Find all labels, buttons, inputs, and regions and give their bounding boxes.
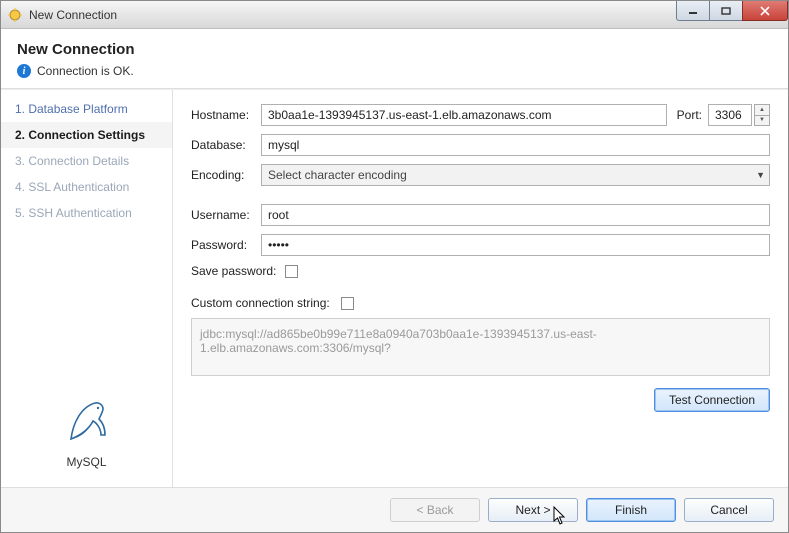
password-input[interactable] [261, 234, 770, 256]
save-password-checkbox[interactable] [285, 265, 298, 278]
next-button[interactable]: Next > [488, 498, 578, 522]
password-label: Password: [191, 238, 261, 252]
database-label: Database: [191, 138, 261, 152]
back-button[interactable]: < Back [390, 498, 480, 522]
info-icon: i [17, 64, 31, 78]
technology-label: MySQL [1, 455, 172, 469]
connection-string-text: jdbc:mysql://ad865be0b99e711e8a0940a703b… [200, 327, 597, 355]
finish-button[interactable]: Finish [586, 498, 676, 522]
dialog-window: New Connection New Connection i Connecti… [0, 0, 789, 533]
status-text: Connection is OK. [37, 64, 134, 78]
dialog-header: New Connection i Connection is OK. [1, 29, 788, 89]
cancel-button[interactable]: Cancel [684, 498, 774, 522]
step-ssh-authentication[interactable]: 5. SSH Authentication [1, 200, 172, 226]
window-title: New Connection [29, 8, 117, 22]
custom-connection-label: Custom connection string: [191, 296, 341, 310]
step-connection-settings[interactable]: 2. Connection Settings [1, 122, 172, 148]
encoding-selected-text: Select character encoding [268, 168, 407, 182]
username-label: Username: [191, 208, 261, 222]
window-controls [677, 1, 788, 23]
test-connection-button[interactable]: Test Connection [654, 388, 770, 412]
connection-string-box: jdbc:mysql://ad865be0b99e711e8a0940a703b… [191, 318, 770, 376]
custom-connection-checkbox[interactable] [341, 297, 354, 310]
technology-block: MySQL [1, 393, 172, 487]
spinner-up-icon[interactable]: ▲ [754, 104, 770, 115]
encoding-select[interactable]: Select character encoding ▼ [261, 164, 770, 186]
encoding-label: Encoding: [191, 168, 261, 182]
port-spinner[interactable]: ▲ ▼ [754, 104, 770, 126]
dialog-footer: < Back Next > Finish Cancel [1, 487, 788, 532]
hostname-label: Hostname: [191, 108, 261, 122]
port-label: Port: [677, 108, 702, 122]
minimize-button[interactable] [676, 1, 710, 21]
step-database-platform[interactable]: 1. Database Platform [1, 96, 172, 122]
form-area: Hostname: Port: ▲ ▼ Database: Encoding: … [173, 90, 788, 487]
status-row: i Connection is OK. [17, 64, 772, 78]
username-input[interactable] [261, 204, 770, 226]
wizard-sidebar: 1. Database Platform 2. Connection Setti… [1, 90, 173, 487]
title-bar[interactable]: New Connection [1, 1, 788, 29]
dialog-body: 1. Database Platform 2. Connection Setti… [1, 89, 788, 487]
database-input[interactable] [261, 134, 770, 156]
mysql-icon [59, 393, 115, 449]
page-title: New Connection [17, 41, 772, 58]
maximize-button[interactable] [709, 1, 743, 21]
close-button[interactable] [742, 1, 788, 21]
port-input[interactable] [708, 104, 752, 126]
step-ssl-authentication[interactable]: 4. SSL Authentication [1, 174, 172, 200]
step-connection-details[interactable]: 3. Connection Details [1, 148, 172, 174]
save-password-label: Save password: [191, 264, 285, 278]
hostname-input[interactable] [261, 104, 667, 126]
chevron-down-icon: ▼ [756, 170, 765, 180]
app-icon [7, 7, 23, 23]
spinner-down-icon[interactable]: ▼ [754, 115, 770, 127]
